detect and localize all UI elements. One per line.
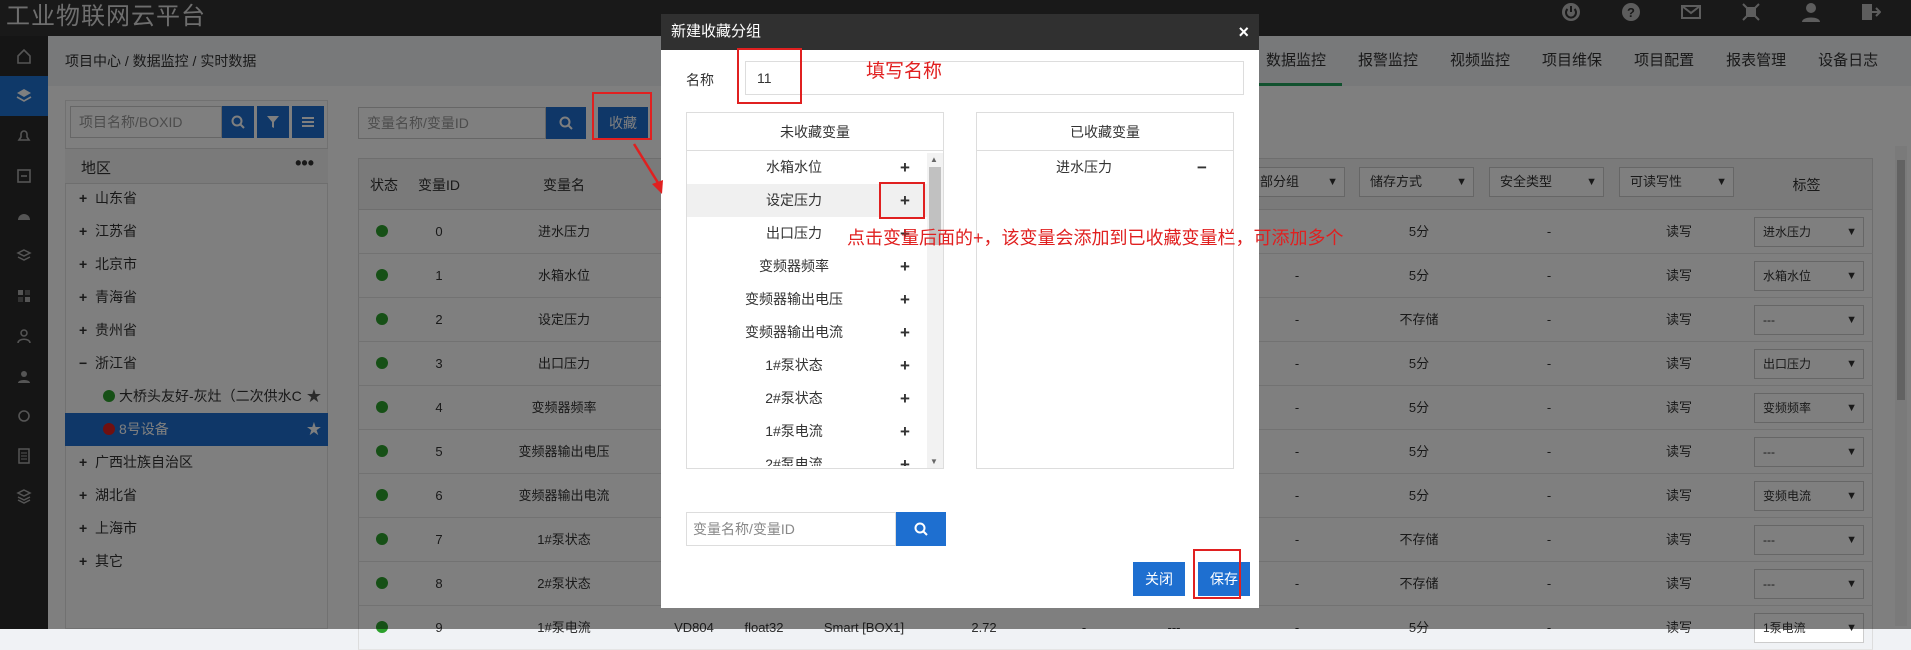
remove-icon[interactable]: − [1192,151,1212,184]
annotation-fill-name: 填写名称 [866,61,943,82]
dialog-header: 新建收藏分组 × [661,14,1259,50]
unfavorited-item: 水箱水位 + [687,151,943,184]
variable-name: 进水压力 [1056,159,1112,175]
unfavorited-item: 变频器输出电流 + [687,316,943,349]
variable-name: 设定压力 [766,192,822,208]
favorited-title: 已收藏变量 [977,113,1233,151]
variable-name: 变频器频率 [759,258,829,274]
close-button[interactable]: 关闭 [1133,562,1185,596]
add-icon[interactable]: + [895,283,915,316]
unfavorited-item: 变频器频率 + [687,250,943,283]
variable-name: 2#泵状态 [765,390,823,406]
variable-name: 变频器输出电流 [745,324,843,340]
annotation-box-favorite [592,92,652,140]
variable-name: 水箱水位 [766,159,822,175]
add-icon[interactable]: + [895,448,915,466]
add-icon[interactable]: + [895,250,915,283]
annotation-box-plus [879,182,925,219]
unfavorited-item: 1#泵状态 + [687,349,943,382]
name-label: 名称 [686,72,714,88]
favorited-item: 进水压力 − [977,151,1233,184]
close-icon[interactable]: × [1238,14,1249,50]
variable-name: 1#泵电流 [765,423,823,439]
annotation-add-hint: 点击变量后面的+，该变量会添加到已收藏变量栏，可添加多个 [847,228,1344,248]
unfavorited-item: 2#泵电流 + [687,448,943,466]
unfavorited-item: 2#泵状态 + [687,382,943,415]
list-scrollbar[interactable]: ▲ ▼ [927,153,943,468]
add-icon[interactable]: + [895,415,915,448]
variable-name: 变频器输出电压 [745,291,843,307]
dialog-variable-search-input[interactable]: 变量名称/变量ID [686,512,896,546]
dialog-search-button[interactable] [896,512,946,546]
unfavorited-list: 未收藏变量 水箱水位 + 设定压力 + 出口压力 + 变频器频率 + 变频器输出电压 + 变频器输出… [686,112,944,469]
annotation-box-save [1193,549,1241,599]
add-icon[interactable]: + [895,151,915,184]
dialog-title: 新建收藏分组 [671,23,762,40]
unfavorited-title: 未收藏变量 [687,113,943,151]
annotation-box-name [737,48,802,104]
variable-name: 2#泵电流 [765,456,823,466]
annotation-arrow-icon [632,143,663,194]
add-icon[interactable]: + [895,316,915,349]
add-icon[interactable]: + [895,349,915,382]
search-icon [914,522,928,536]
unfavorited-item: 1#泵电流 + [687,415,943,448]
variable-name: 1#泵状态 [765,357,823,373]
add-icon[interactable]: + [895,382,915,415]
favorited-list: 已收藏变量 进水压力 − [976,112,1234,469]
group-name-input[interactable]: 11 [745,61,1244,95]
unfavorited-item: 变频器输出电压 + [687,283,943,316]
